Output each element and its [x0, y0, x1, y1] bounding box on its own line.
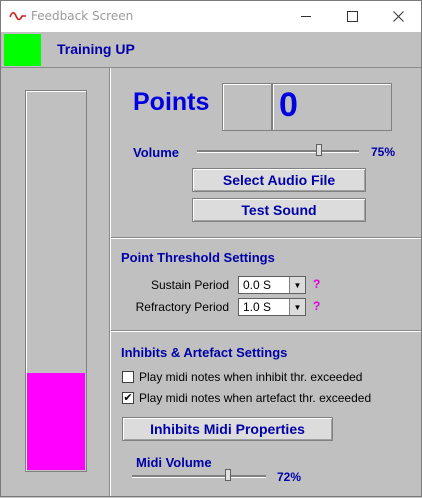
- window-title: Feedback Screen: [31, 9, 134, 23]
- maximize-icon: [346, 11, 358, 22]
- points-display: 0: [272, 83, 392, 131]
- dropdown-arrow-icon[interactable]: ▼: [289, 277, 305, 293]
- title-bar[interactable]: Feedback Screen: [1, 1, 421, 32]
- waveform-icon: [9, 11, 26, 21]
- inhibit-midi-checkbox[interactable]: [122, 371, 134, 383]
- feedback-window: Feedback Screen Training UP Points 0 Vol…: [0, 0, 422, 497]
- inhibit-midi-label[interactable]: Play midi notes when inhibit thr. exceed…: [139, 370, 362, 384]
- sustain-help-icon[interactable]: ?: [313, 277, 320, 291]
- points-blank-box: [222, 83, 272, 131]
- sustain-period-label: Sustain Period: [150, 278, 229, 292]
- points-label: Points: [133, 88, 210, 116]
- points-section: Points 0 Volume 75% Select Audio File Te…: [111, 68, 421, 238]
- points-value: 0: [279, 86, 298, 124]
- minimize-button[interactable]: [283, 1, 329, 32]
- meter-fill: [27, 373, 85, 470]
- select-audio-file-button[interactable]: Select Audio File: [192, 168, 366, 192]
- feedback-meter: [25, 90, 87, 472]
- inhibits-artefact-title: Inhibits & Artefact Settings: [121, 345, 288, 360]
- maximize-button[interactable]: [329, 1, 375, 32]
- training-label: Training UP: [57, 41, 135, 57]
- midi-volume-value: 72%: [277, 470, 302, 484]
- refractory-period-value: 1.0 S: [243, 300, 272, 314]
- settings-panel: Points 0 Volume 75% Select Audio File Te…: [111, 68, 421, 498]
- midi-volume-slider[interactable]: [132, 469, 266, 481]
- midi-volume-label: Midi Volume: [136, 455, 212, 470]
- point-threshold-title: Point Threshold Settings: [121, 250, 275, 265]
- training-header: Training UP: [1, 32, 421, 68]
- close-button[interactable]: [375, 1, 421, 32]
- artefact-midi-label[interactable]: Play midi notes when artefact thr. excee…: [139, 391, 371, 405]
- midi-volume-slider-thumb[interactable]: [225, 469, 232, 481]
- minimize-icon: [301, 16, 311, 17]
- close-icon: [392, 11, 404, 22]
- point-threshold-section: Point Threshold Settings Sustain Period …: [111, 239, 421, 331]
- dropdown-arrow-icon[interactable]: ▼: [289, 299, 305, 315]
- volume-value: 75%: [371, 145, 396, 159]
- inhibits-artefact-section: Inhibits & Artefact Settings Play midi n…: [111, 332, 421, 498]
- volume-label: Volume: [133, 145, 179, 160]
- refractory-period-label: Refractory Period: [135, 300, 229, 314]
- sustain-period-select[interactable]: 0.0 S ▼: [238, 276, 306, 294]
- test-sound-button[interactable]: Test Sound: [192, 198, 366, 222]
- volume-slider-thumb[interactable]: [315, 144, 322, 156]
- refractory-help-icon[interactable]: ?: [313, 299, 320, 313]
- inhibits-midi-properties-button[interactable]: Inhibits Midi Properties: [122, 417, 333, 441]
- status-indicator: [4, 34, 41, 66]
- meter-panel: [1, 68, 110, 496]
- volume-slider[interactable]: [197, 144, 359, 156]
- artefact-midi-checkbox[interactable]: ✔: [122, 392, 134, 404]
- refractory-period-select[interactable]: 1.0 S ▼: [238, 298, 306, 316]
- sustain-period-value: 0.0 S: [243, 278, 272, 292]
